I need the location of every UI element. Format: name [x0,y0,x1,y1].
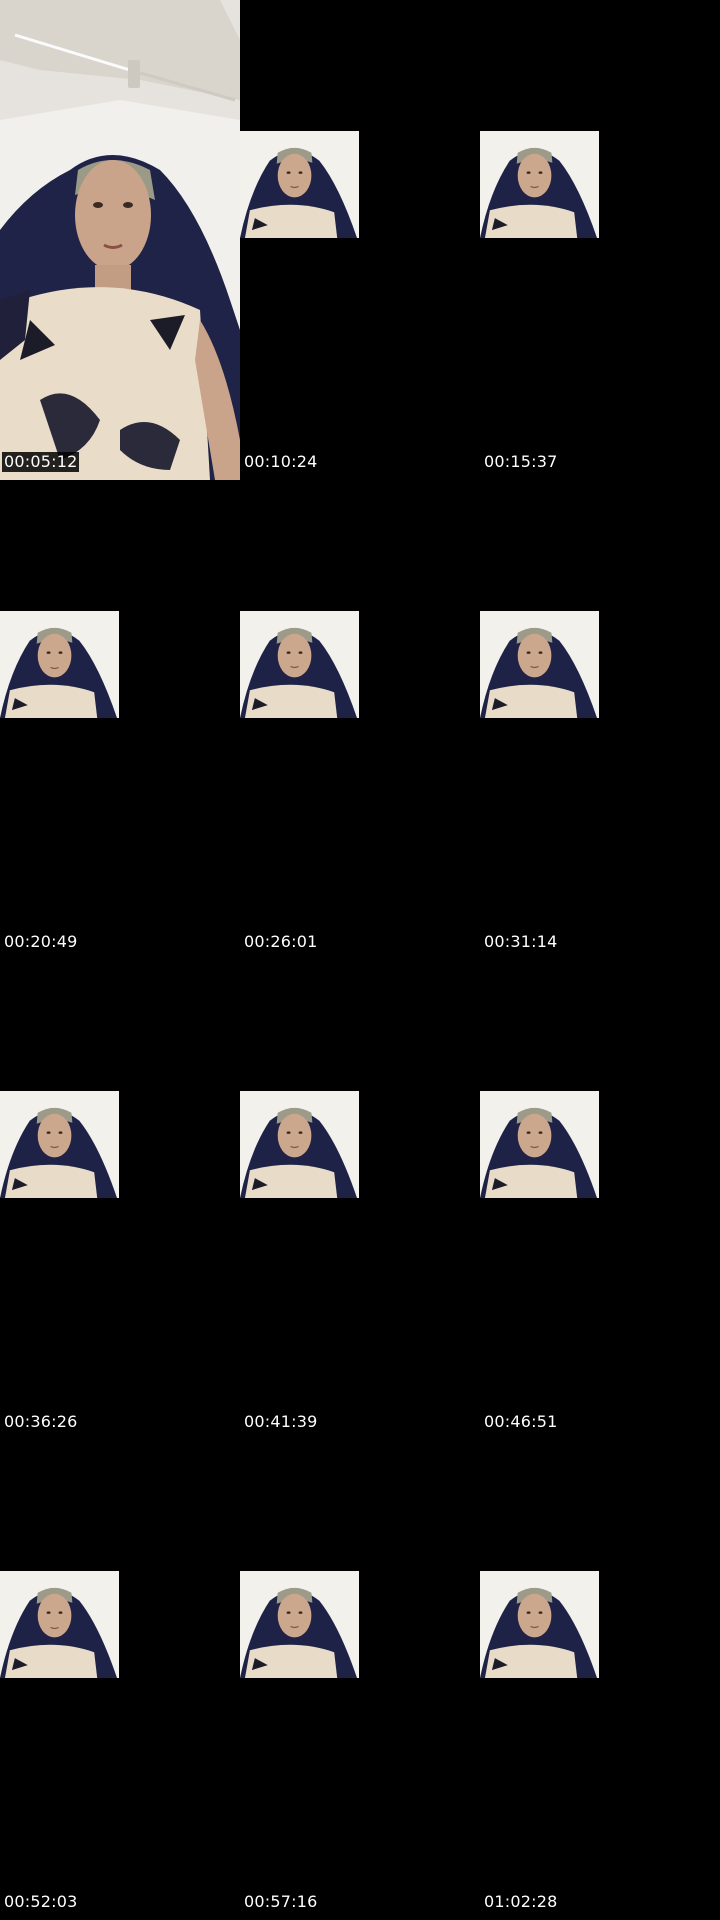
video-frame-large [0,0,240,480]
frame-timestamp: 00:52:03 [4,1892,78,1911]
frame-timestamp: 00:31:14 [484,932,558,951]
video-frame-cell: 00:57:16 [240,1440,480,1920]
frame-timestamp: 00:15:37 [484,452,558,471]
person-portrait-image [0,0,240,480]
contact-sheet-grid: 00:05:12 00:10:24 00:15:37 00:20:49 00:2… [0,0,720,1920]
frame-timestamp: 00:20:49 [4,932,78,951]
video-frame-cell: 00:20:49 [0,480,240,960]
frame-timestamp: 00:41:39 [244,1412,318,1431]
person-portrait-image [480,1091,599,1198]
video-frame-cell: 00:36:26 [0,960,240,1440]
person-portrait-image [480,611,599,718]
video-frame-cell: 00:31:14 [480,480,720,960]
person-portrait-image [240,1571,359,1678]
video-frame-cell: 00:10:24 [240,0,480,480]
person-portrait-image [0,1571,119,1678]
video-frame-thumbnail [0,1091,119,1198]
person-portrait-image [240,1091,359,1198]
frame-timestamp: 00:10:24 [244,452,318,471]
frame-timestamp: 01:02:28 [484,1892,558,1911]
frame-timestamp: 00:05:12 [2,452,80,472]
person-portrait-image [480,131,599,238]
video-frame-thumbnail [0,611,119,718]
frame-timestamp: 00:57:16 [244,1892,318,1911]
video-frame-cell: 00:52:03 [0,1440,240,1920]
video-frame-thumbnail [240,611,359,718]
video-frame-cell: 00:46:51 [480,960,720,1440]
person-portrait-image [480,1571,599,1678]
video-frame-thumbnail [0,1571,119,1678]
video-frame-cell: 01:02:28 [480,1440,720,1920]
video-frame-cell: 00:15:37 [480,0,720,480]
frame-timestamp: 00:36:26 [4,1412,78,1431]
video-frame-thumbnail [480,611,599,718]
video-frame-thumbnail [480,1571,599,1678]
video-frame-thumbnail [480,131,599,238]
person-portrait-image [240,611,359,718]
person-portrait-image [240,131,359,238]
frame-timestamp: 00:26:01 [244,932,318,951]
video-frame-thumbnail [240,1571,359,1678]
person-portrait-image [0,611,119,718]
frame-timestamp: 00:46:51 [484,1412,558,1431]
video-frame-thumbnail [240,131,359,238]
video-frame-cell: 00:41:39 [240,960,480,1440]
video-frame-thumbnail [240,1091,359,1198]
person-portrait-image [0,1091,119,1198]
video-frame-cell: 00:05:12 [0,0,240,480]
video-frame-thumbnail [480,1091,599,1198]
video-frame-cell: 00:26:01 [240,480,480,960]
